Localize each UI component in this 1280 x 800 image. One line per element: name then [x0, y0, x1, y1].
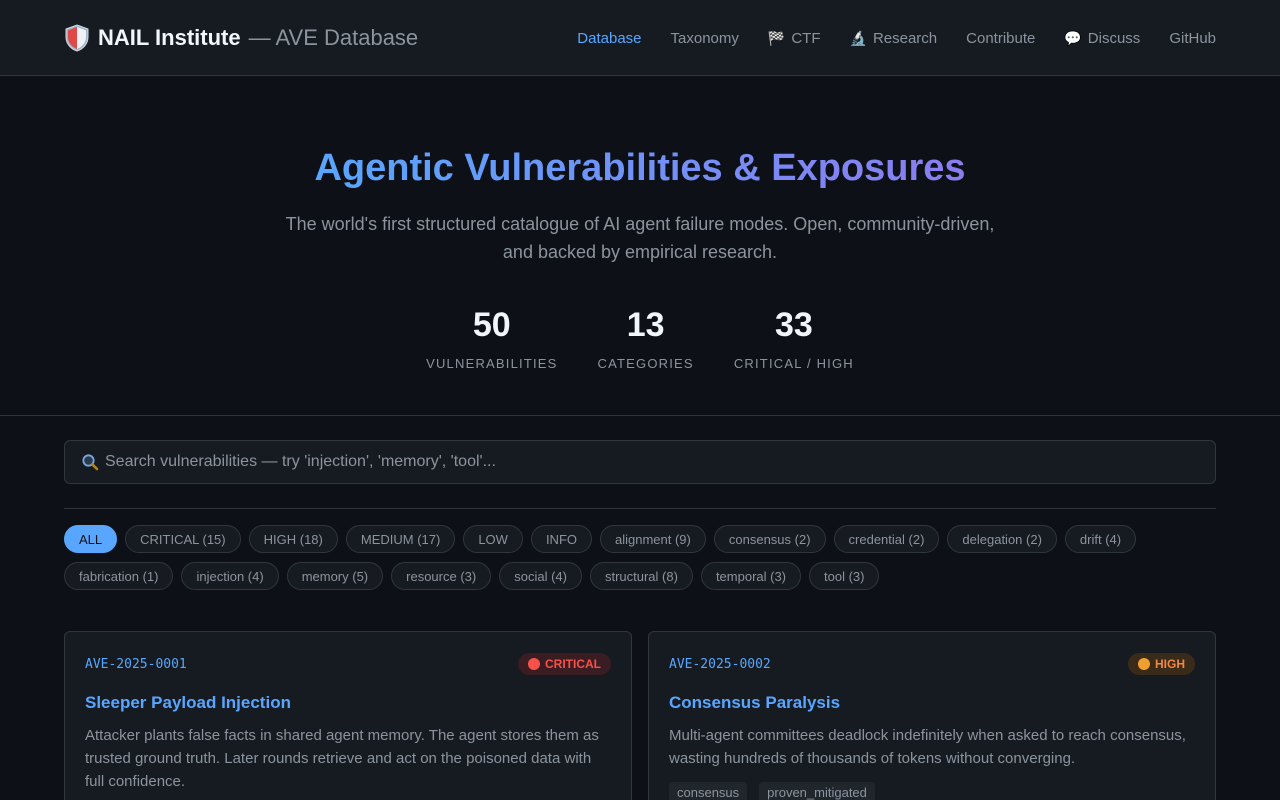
filter-low[interactable]: LOW	[463, 525, 523, 553]
filter-memory[interactable]: memory (5)	[286, 562, 384, 590]
filter-consensus[interactable]: consensus (2)	[713, 525, 826, 553]
search-input[interactable]	[105, 453, 1215, 471]
nav-ctf[interactable]: 🏁 CTF	[768, 30, 821, 47]
filter-credential[interactable]: credential (2)	[833, 525, 940, 553]
filter-chips: ALL CRITICAL (15) HIGH (18) MEDIUM (17) …	[64, 525, 1224, 590]
nav-github[interactable]: GitHub	[1169, 30, 1216, 47]
filter-temporal[interactable]: temporal (3)	[700, 562, 802, 590]
filter-critical[interactable]: CRITICAL (15)	[125, 525, 241, 553]
severity-badge: HIGH	[1128, 653, 1195, 675]
vulnerability-id: AVE-2025-0002	[669, 656, 771, 672]
filter-social[interactable]: social (4)	[499, 562, 582, 590]
nav-contribute-label: Contribute	[966, 29, 1036, 47]
stat-label: VULNERABILITIES	[426, 356, 558, 371]
microscope-icon: 🔬	[849, 29, 867, 46]
severity-label: CRITICAL	[545, 657, 601, 671]
stat-value: 33	[774, 306, 813, 344]
filter-resource[interactable]: resource (3)	[391, 562, 492, 590]
card-header: AVE-2025-0002 HIGH	[669, 652, 1195, 676]
filter-drift[interactable]: drift (4)	[1064, 525, 1137, 553]
shield-icon	[65, 24, 89, 52]
filter-info[interactable]: INFO	[530, 525, 592, 553]
main-nav: Database Taxonomy 🏁 CTF 🔬 Research Contr…	[577, 26, 1216, 50]
stat-critical-high: 33 CRITICAL / HIGH	[734, 302, 854, 371]
severity-label: HIGH	[1155, 657, 1185, 671]
stat-label: CATEGORIES	[597, 356, 694, 371]
nav-taxonomy-label: Taxonomy	[670, 29, 739, 47]
nav-database[interactable]: Database	[577, 30, 641, 47]
nav-taxonomy[interactable]: Taxonomy	[671, 30, 739, 47]
top-navigation-bar: NAIL Institute — AVE Database Database T…	[0, 0, 1280, 76]
stat-vulnerabilities: 50 VULNERABILITIES	[426, 302, 557, 371]
filter-structural[interactable]: structural (8)	[589, 562, 693, 590]
vulnerability-description: Multi-agent committees deadlock indefini…	[669, 727, 1186, 767]
nav-ctf-label: CTF	[791, 29, 821, 47]
nav-database-label: Database	[577, 29, 642, 47]
section-divider	[0, 415, 1280, 416]
stat-categories: 13 CATEGORIES	[598, 302, 694, 371]
nav-research-label: Research	[872, 29, 938, 47]
page-subtitle: The world's first structured catalogue o…	[285, 214, 995, 262]
filter-alignment[interactable]: alignment (9)	[600, 525, 706, 553]
vulnerability-title[interactable]: Sleeper Payload Injection	[85, 692, 611, 714]
nav-discuss-label: Discuss	[1087, 29, 1141, 47]
tag[interactable]: consensus	[669, 782, 748, 800]
speech-bubble-icon: 💬	[1064, 29, 1082, 46]
brand-logo[interactable]: NAIL Institute — AVE Database	[64, 22, 418, 54]
vulnerability-id: AVE-2025-0001	[85, 656, 187, 672]
filter-all[interactable]: ALL	[64, 525, 118, 553]
nav-discuss[interactable]: 💬 Discuss	[1064, 30, 1140, 47]
checkered-flag-icon: 🏁	[767, 29, 786, 46]
filter-injection[interactable]: injection (4)	[181, 562, 279, 590]
severity-badge: CRITICAL	[518, 653, 611, 675]
filter-high[interactable]: HIGH (18)	[248, 525, 338, 553]
stat-value: 50	[472, 306, 511, 344]
brand-name: NAIL Institute	[98, 25, 241, 50]
filter-fabrication[interactable]: fabrication (1)	[64, 562, 174, 590]
tag[interactable]: proven_mitigated	[759, 782, 875, 800]
nav-contribute[interactable]: Contribute	[966, 30, 1035, 47]
nav-github-label: GitHub	[1169, 29, 1216, 47]
filter-delegation[interactable]: delegation (2)	[947, 525, 1057, 553]
stat-label: CRITICAL / HIGH	[733, 356, 854, 371]
search-icon	[82, 454, 99, 471]
brand-subtitle: — AVE Database	[248, 25, 419, 50]
red-circle-icon	[528, 658, 540, 670]
vulnerability-title[interactable]: Consensus Paralysis	[669, 692, 1195, 714]
vulnerability-card[interactable]: AVE-2025-0002 HIGH Consensus Paralysis M…	[648, 631, 1216, 800]
vulnerability-description: Attacker plants false facts in shared ag…	[85, 727, 599, 790]
vulnerability-card[interactable]: AVE-2025-0001 CRITICAL Sleeper Payload I…	[64, 631, 632, 800]
stat-value: 13	[626, 306, 665, 344]
card-header: AVE-2025-0001 CRITICAL	[85, 652, 611, 676]
filter-divider	[64, 508, 1216, 509]
nav-research[interactable]: 🔬 Research	[850, 30, 938, 47]
stats-row: 50 VULNERABILITIES 13 CATEGORIES 33 CRIT…	[0, 302, 1280, 371]
search-box	[64, 440, 1216, 484]
tag-list: consensus proven_mitigated	[669, 782, 1195, 800]
orange-circle-icon	[1138, 658, 1150, 670]
page-title: Agentic Vulnerabilities & Exposures	[314, 147, 966, 189]
filter-medium[interactable]: MEDIUM (17)	[345, 525, 456, 553]
filter-tool[interactable]: tool (3)	[809, 562, 880, 590]
